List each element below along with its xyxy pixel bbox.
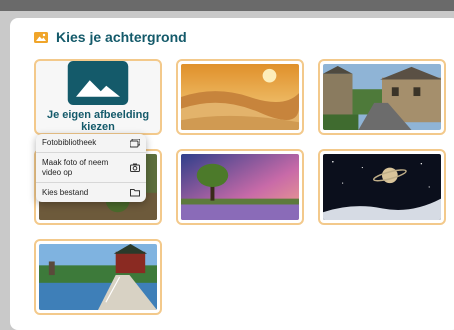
background-village-street[interactable] — [318, 59, 446, 135]
desert-image — [181, 64, 299, 130]
upload-source-menu: Fotobibliotheek Maak foto of neem video … — [36, 134, 146, 202]
image-icon — [34, 31, 48, 43]
menu-item-label: Fotobibliotheek — [42, 138, 97, 147]
menu-item-take-photo[interactable]: Maak foto of neem video op — [36, 153, 146, 183]
background-desert[interactable] — [176, 59, 304, 135]
menu-item-photo-library[interactable]: Fotobibliotheek — [36, 134, 146, 153]
windmill-bridge-image — [39, 244, 157, 310]
camera-icon — [130, 163, 140, 172]
village-image — [323, 64, 441, 130]
menu-item-choose-file[interactable]: Kies bestand — [36, 183, 146, 202]
saturn-image — [323, 154, 441, 220]
menu-item-label: Maak foto of neem video op — [42, 157, 109, 177]
dialog-header: Kies je achtergrond — [34, 27, 187, 47]
image-icon — [67, 61, 129, 105]
meadow-tree-image — [181, 154, 299, 220]
dialog-title: Kies je achtergrond — [56, 29, 187, 45]
photo-library-icon — [130, 138, 140, 147]
menu-item-label: Kies bestand — [42, 187, 89, 197]
background-picker-dialog: Kies je achtergrond Je eigen afbeelding … — [10, 18, 454, 330]
folder-icon — [130, 189, 140, 197]
background-meadow-tree[interactable] — [176, 149, 304, 225]
background-night-saturn[interactable] — [318, 149, 446, 225]
background-windmill-bridge[interactable] — [34, 239, 162, 315]
own-image-label: Je eigen afbeelding kiezen — [46, 109, 150, 133]
own-image-tile[interactable]: Je eigen afbeelding kiezen — [34, 59, 162, 135]
window-top-bar — [0, 0, 454, 11]
